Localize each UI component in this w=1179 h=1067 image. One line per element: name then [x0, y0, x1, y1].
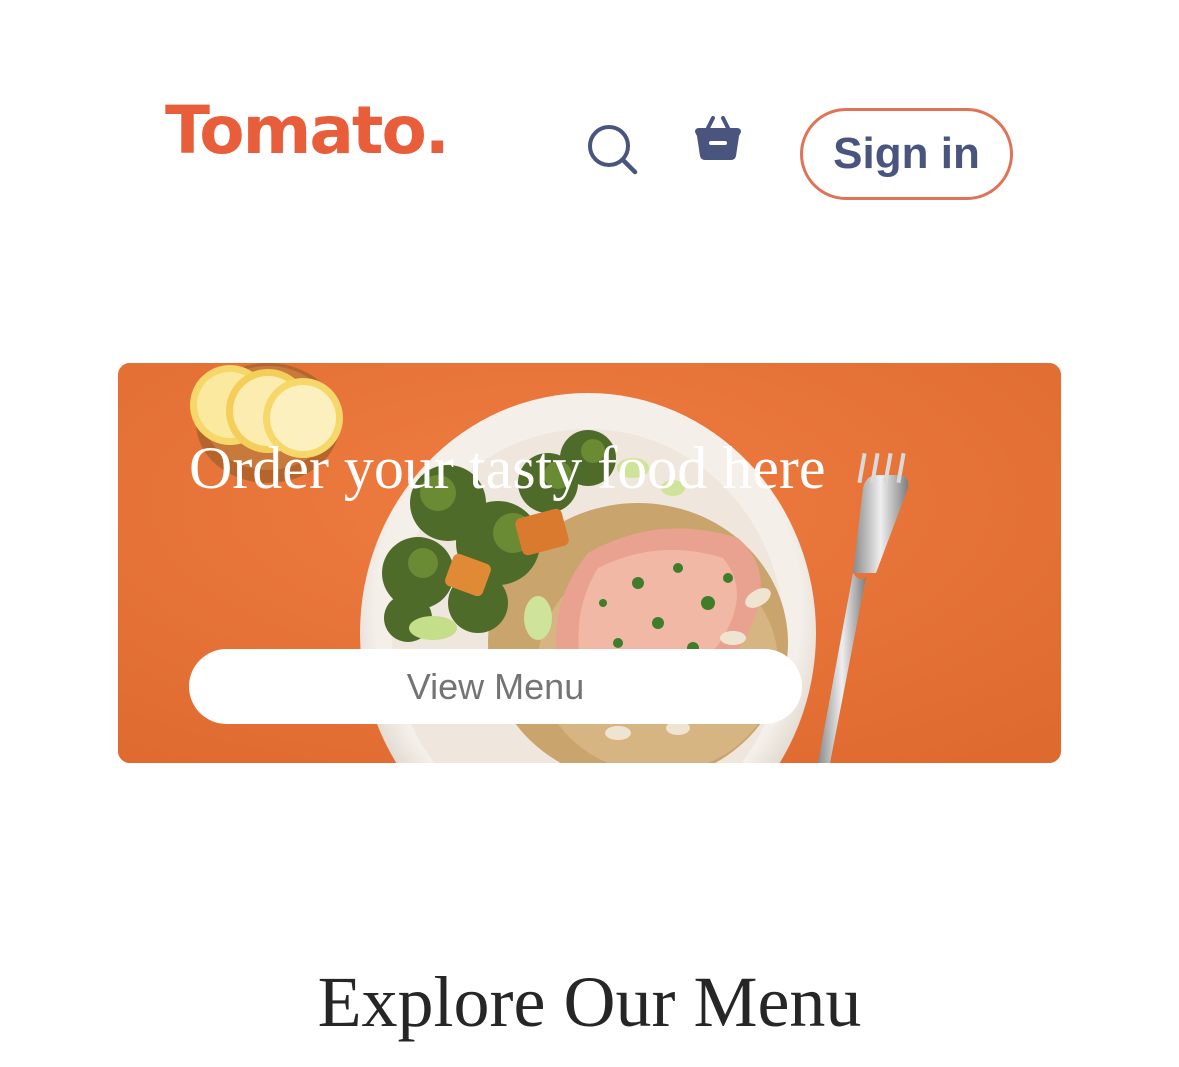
sign-in-button[interactable]: Sign in — [800, 108, 1013, 200]
navbar: Tomato. Sign in — [0, 0, 1179, 240]
explore-menu-title: Explore Our Menu — [317, 962, 862, 1042]
hero-banner: Order your tasty food here View Menu — [118, 363, 1061, 763]
page: Tomato. Sign in Order your tasty food he… — [0, 0, 1179, 1067]
hero-title: Order your tasty food here — [189, 435, 826, 501]
view-menu-button[interactable]: View Menu — [189, 649, 802, 724]
logo[interactable]: Tomato. — [165, 98, 450, 164]
basket-icon[interactable] — [692, 112, 744, 164]
search-icon[interactable] — [585, 122, 639, 176]
